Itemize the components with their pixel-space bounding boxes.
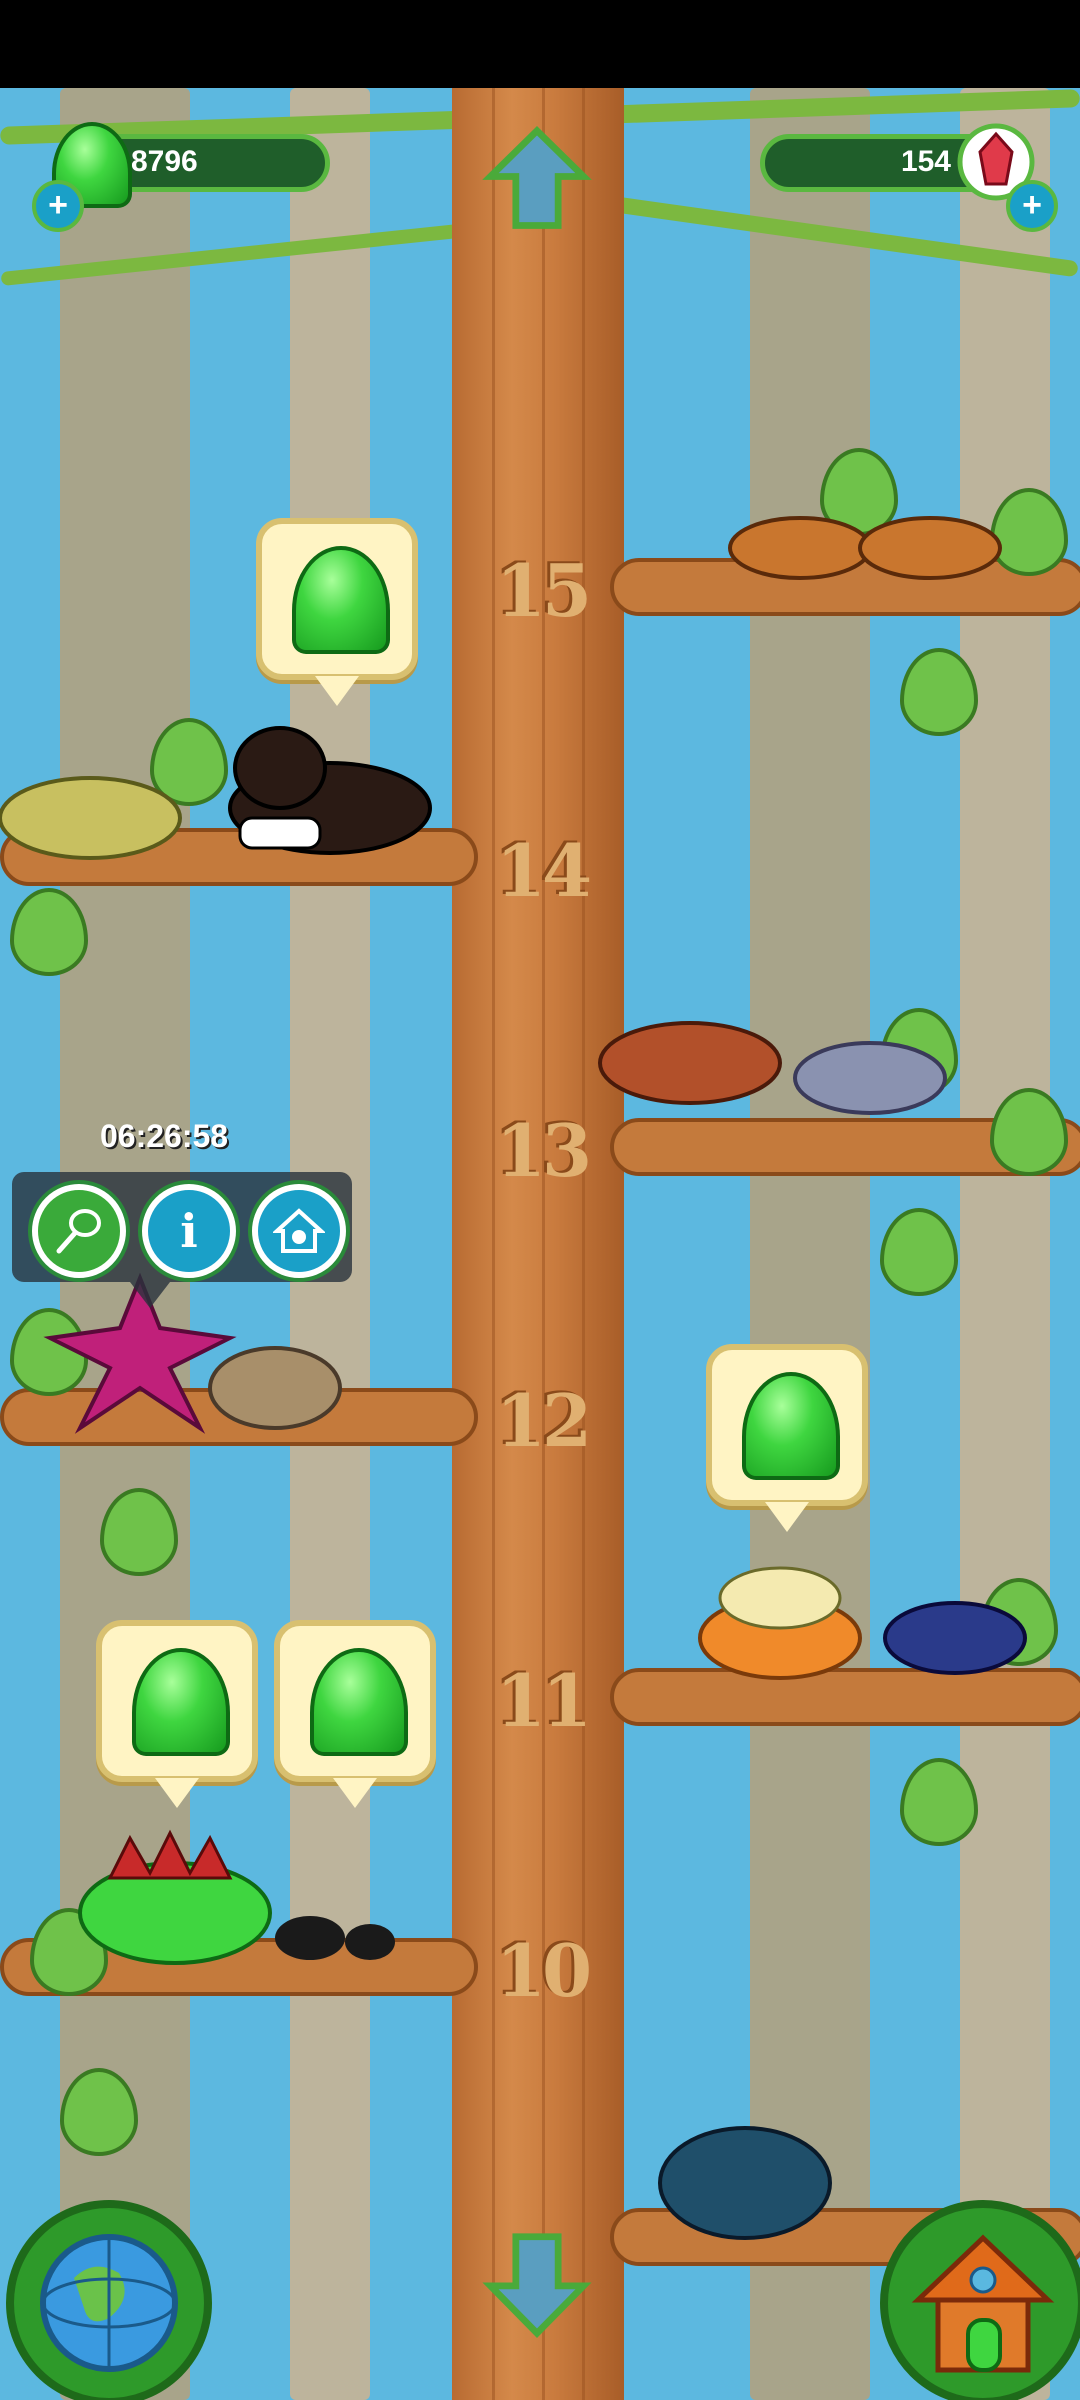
bird-animal[interactable] [870,1578,1040,1698]
deer-animal[interactable] [720,488,1010,598]
add-jelly-button[interactable]: + [32,180,84,232]
house-icon [911,2234,1055,2373]
level-number-13: 13 [495,1108,592,1193]
plus-icon: + [48,186,68,224]
snake-animal[interactable] [200,1298,350,1438]
globe-button[interactable] [6,2200,212,2400]
home-button[interactable] [252,1184,346,1278]
animal-action-popup: i [12,1172,352,1308]
arrow-down-button[interactable] [482,2230,592,2340]
stegosaurus-animal[interactable] [70,1818,280,1968]
background-tree [960,88,1050,2400]
game-scene: 15 14 13 12 11 10 06:26:58 i 8796 + 154 … [0,88,1080,2400]
net-button[interactable] [32,1184,126,1278]
dinosaur-animal[interactable] [0,748,220,868]
globe-icon [40,2234,178,2372]
main-trunk [452,88,624,2400]
green-jelly-icon [132,1648,230,1756]
net-icon [56,1209,101,1254]
horse-animal[interactable] [210,708,460,868]
plus-icon: + [1022,186,1042,224]
level-number-14: 14 [495,828,592,913]
crab-animal[interactable] [690,1558,870,1688]
arrow-down-icon [482,2233,592,2339]
goat-animal[interactable] [780,1008,960,1138]
background-tree [750,88,870,2400]
house-button[interactable] [880,2200,1080,2400]
level-number-10: 10 [495,1928,592,2013]
green-jelly-icon [742,1372,840,1480]
jelly-count: 8796 [131,145,198,178]
hatch-timer: 06:26:58 [100,1118,229,1154]
jelly-collect-pin[interactable] [706,1344,868,1532]
ant-animal[interactable] [270,1898,430,1978]
info-button[interactable]: i [142,1184,236,1278]
arrow-up-icon [482,126,592,229]
jelly-collect-pin[interactable] [96,1620,258,1808]
leaf [880,1208,958,1296]
green-jelly-icon [292,546,390,654]
add-gem-button[interactable]: + [1006,180,1058,232]
status-bar [0,0,1080,88]
leaf [990,1088,1068,1176]
pony-animal[interactable] [580,988,790,1138]
jelly-collect-pin[interactable] [274,1620,436,1808]
home-icon [273,1208,325,1253]
level-number-12: 12 [495,1378,592,1463]
arrow-up-button[interactable] [482,124,592,234]
beetle-animal[interactable] [650,2118,840,2248]
gem-count: 154 [900,145,951,178]
level-number-11: 11 [495,1658,592,1743]
jelly-collect-pin[interactable] [256,518,418,706]
green-jelly-icon [310,1648,408,1756]
info-icon: i [180,1204,198,1258]
level-number-15: 15 [495,548,592,633]
